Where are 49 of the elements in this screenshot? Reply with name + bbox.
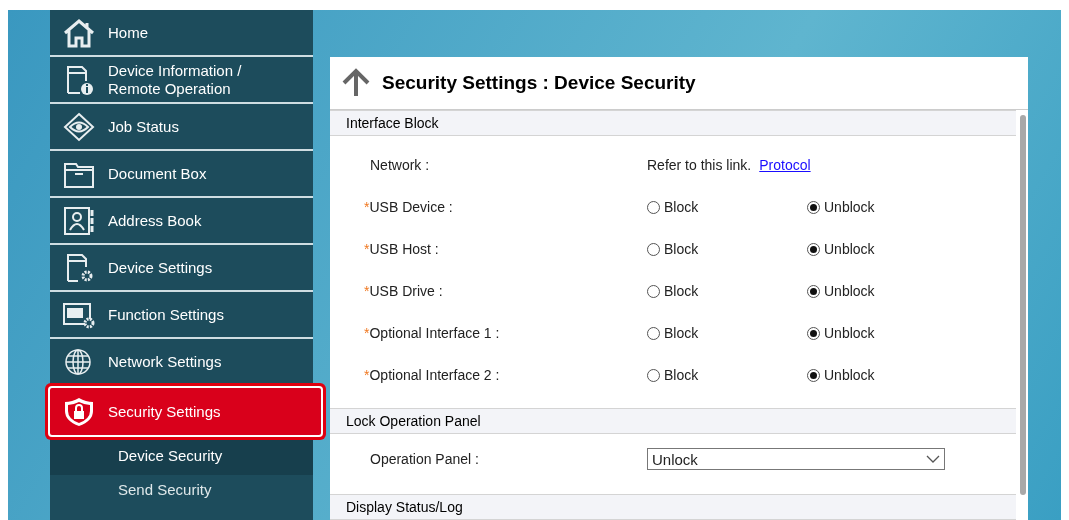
radio-button[interactable] [807, 368, 820, 382]
protocol-link[interactable]: Protocol [759, 157, 811, 174]
field-label: *USB Device : [363, 199, 454, 216]
chevron-down-icon [926, 455, 940, 464]
hint-text: Refer to this link. [647, 157, 752, 174]
sidebar-item[interactable]: Document Box [50, 151, 313, 198]
page-title: Security Settings : Device Security [382, 72, 696, 95]
radio-button[interactable] [807, 200, 820, 214]
arrow-up-icon[interactable] [340, 68, 372, 99]
radio-label: Unblock [824, 199, 875, 216]
radio-label: Unblock [824, 241, 875, 258]
radio-button[interactable] [647, 284, 660, 298]
radio-button[interactable] [807, 242, 820, 256]
sidebar-item[interactable]: Home [50, 10, 313, 57]
radio-label: Unblock [824, 325, 875, 342]
radio-label: Block [664, 325, 699, 342]
radio-button[interactable] [647, 326, 660, 340]
radio-label: Block [664, 241, 699, 258]
sidebar-item[interactable]: Device Information / Remote Operation [50, 57, 313, 104]
radio-button[interactable] [647, 242, 660, 256]
radio-label: Unblock [824, 283, 875, 300]
radio-label: Block [664, 199, 699, 216]
scrollbar[interactable] [1020, 115, 1026, 495]
sidebar-item[interactable]: Device Settings [50, 245, 313, 292]
radio-button[interactable] [647, 368, 660, 382]
contact-book-icon [62, 205, 96, 236]
field-label: *Optional Interface 1 : [363, 325, 501, 342]
sidebar-subitem[interactable]: Send Security [50, 475, 313, 503]
eye-icon [62, 111, 96, 142]
field-label: Network : [369, 157, 431, 174]
radio-button[interactable] [807, 284, 820, 298]
field-label: Operation Panel : [369, 451, 480, 468]
sidebar-item[interactable]: Job Status [50, 104, 313, 151]
radio-label: Unblock [824, 367, 875, 384]
section-header: Interface Block [330, 110, 1016, 137]
section-header: Display Status/Log [330, 494, 1016, 520]
section-header: Lock Operation Panel [330, 408, 1016, 435]
dropdown[interactable]: Unlock [647, 448, 945, 471]
radio-label: Block [664, 367, 699, 384]
shield-lock-icon [62, 396, 96, 427]
radio-label: Block [664, 283, 699, 300]
home-icon [62, 17, 96, 48]
radio-button[interactable] [807, 326, 820, 340]
field-label: *USB Drive : [363, 283, 444, 300]
radio-button[interactable] [647, 200, 660, 214]
field-label: *USB Host : [363, 241, 440, 258]
sidebar-item[interactable]: Address Book [50, 198, 313, 245]
sidebar-item[interactable]: Function Settings [50, 292, 313, 339]
field-label: *Optional Interface 2 : [363, 367, 501, 384]
